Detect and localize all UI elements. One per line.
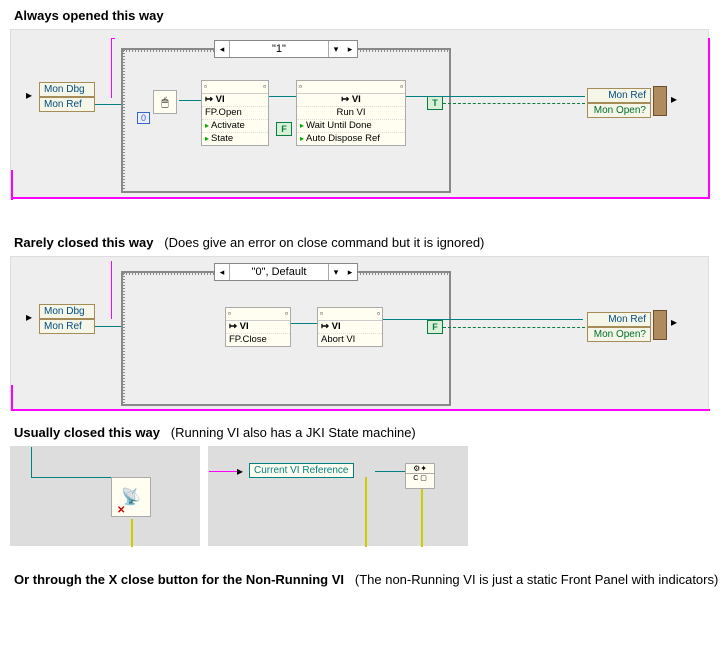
arrow-right-icon: ▸ xyxy=(26,312,36,322)
unbundle-mon-dbg: Mon Dbg xyxy=(39,304,95,319)
row-autodispose: ▸Auto Dispose Ref xyxy=(297,132,405,145)
bundle-mon-open: Mon Open? xyxy=(587,103,651,118)
row-fpclose: FP.Close xyxy=(226,333,290,346)
invoke-abort: ▫▫ ↦ VI Abort VI xyxy=(317,307,383,347)
section-close-usual-sub: (Running VI also has a JKI State machine… xyxy=(171,425,416,440)
case-next-icon[interactable]: ▸ xyxy=(343,41,357,57)
close-x-icon: ✕ xyxy=(117,505,125,516)
zero-constant: 0 xyxy=(137,112,150,124)
diagram-close-usual-right: ▸ Current VI Reference ⚙✦ C ▢ xyxy=(208,446,468,546)
current-vi-ref: Current VI Reference xyxy=(249,463,354,478)
case-next-icon[interactable]: ▸ xyxy=(343,264,357,280)
section-close-x-title: Or through the X close button for the No… xyxy=(0,564,721,593)
section-close-usual-title: Usually closed this way (Running VI also… xyxy=(0,417,721,446)
section-close-rare-sub: (Does give an error on close command but… xyxy=(164,235,484,250)
case-selector[interactable]: ◂ "1" ▾ ▸ xyxy=(214,40,358,58)
arrow-right-icon: ▸ xyxy=(671,317,681,327)
invoke-abort-title: VI xyxy=(332,321,341,332)
unbundle-mon-ref: Mon Ref xyxy=(39,97,95,112)
invoke-runvi-title: VI xyxy=(352,94,361,105)
diagram-close-usual-left: 📡 ✕ xyxy=(10,446,200,546)
diagram-close-rare: Mon Dbg Mon Ref ▸ ◂ "0", Default ▾ ▸ ▫▫ … xyxy=(10,256,709,411)
vi-server-icon: ⚙✦ C ▢ xyxy=(405,463,435,489)
section-open-title: Always opened this way xyxy=(0,0,721,29)
unbundle-mon-ref: Mon Ref xyxy=(39,319,95,334)
bundle-mon-ref: Mon Ref xyxy=(587,312,651,327)
arrow-right-icon: ▸ xyxy=(237,466,247,476)
case-prev-icon[interactable]: ◂ xyxy=(215,264,229,280)
row-activate: ▸Activate xyxy=(202,119,268,132)
row-runvi: Run VI xyxy=(297,106,405,119)
section-close-x-sub: (The non-Running VI is just a static Fro… xyxy=(355,572,718,587)
invoke-fpclose-title: VI xyxy=(240,321,249,332)
section-close-rare: Rarely closed this way (Does give an err… xyxy=(0,227,721,411)
row-abortvi: Abort VI xyxy=(318,333,382,346)
row-state: ▸State xyxy=(202,132,268,145)
arrow-right-icon: ▸ xyxy=(671,94,681,104)
case-selector[interactable]: ◂ "0", Default ▾ ▸ xyxy=(214,263,358,281)
true-constant: T xyxy=(427,96,443,110)
unbundle-mon-dbg: Mon Dbg xyxy=(39,82,95,97)
case-dropdown-icon[interactable]: ▾ xyxy=(329,264,343,280)
bundle-icon xyxy=(653,86,667,116)
invoke-runvi: ▫▫ ↦ VI Run VI ▸Wait Until Done ▸Auto Di… xyxy=(296,80,406,146)
section-close-rare-title: Rarely closed this way (Does give an err… xyxy=(0,227,721,256)
invoke-fpclose: ▫▫ ↦ VI FP.Close xyxy=(225,307,291,347)
section-close-usual: Usually closed this way (Running VI also… xyxy=(0,417,721,546)
row-fpopen: FP.Open xyxy=(202,106,268,119)
false-constant: F xyxy=(427,320,443,334)
bundle-icon xyxy=(653,310,667,340)
diagram-open: Mon Dbg Mon Ref ▸ ◂ "1" ▾ ▸ 🖱 0 ▫▫ ↦ VI … xyxy=(10,29,709,199)
case-label: "1" xyxy=(229,41,329,57)
cursor-icon: 🖱 xyxy=(153,90,177,114)
invoke-fpopen-title: VI xyxy=(216,94,225,105)
invoke-fpopen: ▫▫ ↦ VI FP.Open ▸Activate ▸State xyxy=(201,80,269,146)
case-dropdown-icon[interactable]: ▾ xyxy=(329,41,343,57)
false-constant: F xyxy=(276,122,292,136)
arrow-right-icon: ▸ xyxy=(26,90,36,100)
section-open: Always opened this way Mon Dbg Mon Ref ▸… xyxy=(0,0,721,199)
row-waituntildone: ▸Wait Until Done xyxy=(297,119,405,132)
bundle-mon-open: Mon Open? xyxy=(587,327,651,342)
bundle-mon-ref: Mon Ref xyxy=(587,88,651,103)
case-prev-icon[interactable]: ◂ xyxy=(215,41,229,57)
case-label: "0", Default xyxy=(229,264,329,280)
section-close-x: Or through the X close button for the No… xyxy=(0,564,721,593)
